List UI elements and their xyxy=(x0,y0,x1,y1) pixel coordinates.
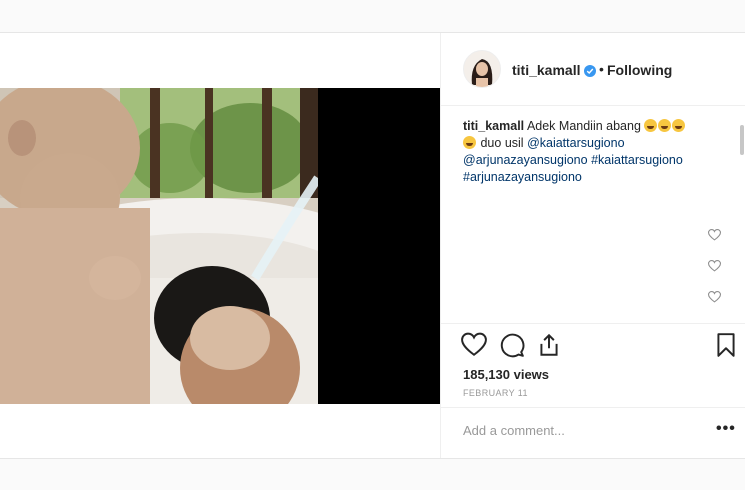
caption-text: Adek Mandiin abang xyxy=(526,119,641,133)
small-heart-icon[interactable] xyxy=(707,259,722,272)
hashtag-link[interactable]: #arjunazayansugiono xyxy=(463,170,582,184)
bottom-background-band xyxy=(0,458,745,490)
grinning-squinting-face-icon xyxy=(463,136,476,149)
separator-dot: • xyxy=(599,61,604,77)
grinning-squinting-face-icon xyxy=(672,119,686,132)
grinning-squinting-face-icon xyxy=(658,119,672,132)
mention-link[interactable]: @kaiattarsugiono xyxy=(527,136,624,150)
caption-username[interactable]: titi_kamall xyxy=(463,119,524,133)
caption-scrollbar[interactable] xyxy=(740,125,744,155)
grinning-squinting-face-icon xyxy=(644,119,658,132)
hashtag-link[interactable]: #kaiattarsugiono xyxy=(591,153,683,167)
more-options-icon[interactable]: ••• xyxy=(716,420,736,438)
comment-icon[interactable] xyxy=(499,332,525,358)
post-details-panel: titi_kamall • Following titi_kamall Adek… xyxy=(440,33,745,458)
comment-bar: ••• xyxy=(441,407,745,460)
post-date[interactable]: FEBRUARY 11 xyxy=(463,388,528,398)
post-actions-section: 185,130 views FEBRUARY 11 ••• xyxy=(441,323,745,459)
post-header: titi_kamall • Following xyxy=(441,33,745,106)
verified-badge-icon xyxy=(584,64,596,77)
caption-text-2: duo usil xyxy=(480,136,524,150)
comment-input[interactable] xyxy=(463,423,683,438)
mention-link[interactable]: @arjunazayansugiono xyxy=(463,153,588,167)
small-heart-icon[interactable] xyxy=(707,290,722,303)
video-frame-image xyxy=(0,88,318,404)
small-heart-icon[interactable] xyxy=(707,228,722,241)
username-link[interactable]: titi_kamall xyxy=(512,62,580,78)
view-count[interactable]: 185,130 views xyxy=(463,367,549,382)
following-button[interactable]: Following xyxy=(607,62,672,78)
avatar[interactable] xyxy=(463,50,501,88)
heart-icon[interactable] xyxy=(461,332,487,358)
top-background-band xyxy=(0,0,745,33)
post-caption: titi_kamall Adek Mandiin abang duo usil … xyxy=(463,118,725,186)
share-icon[interactable] xyxy=(536,332,562,358)
post-video[interactable] xyxy=(0,88,440,404)
bookmark-icon[interactable] xyxy=(713,332,739,358)
